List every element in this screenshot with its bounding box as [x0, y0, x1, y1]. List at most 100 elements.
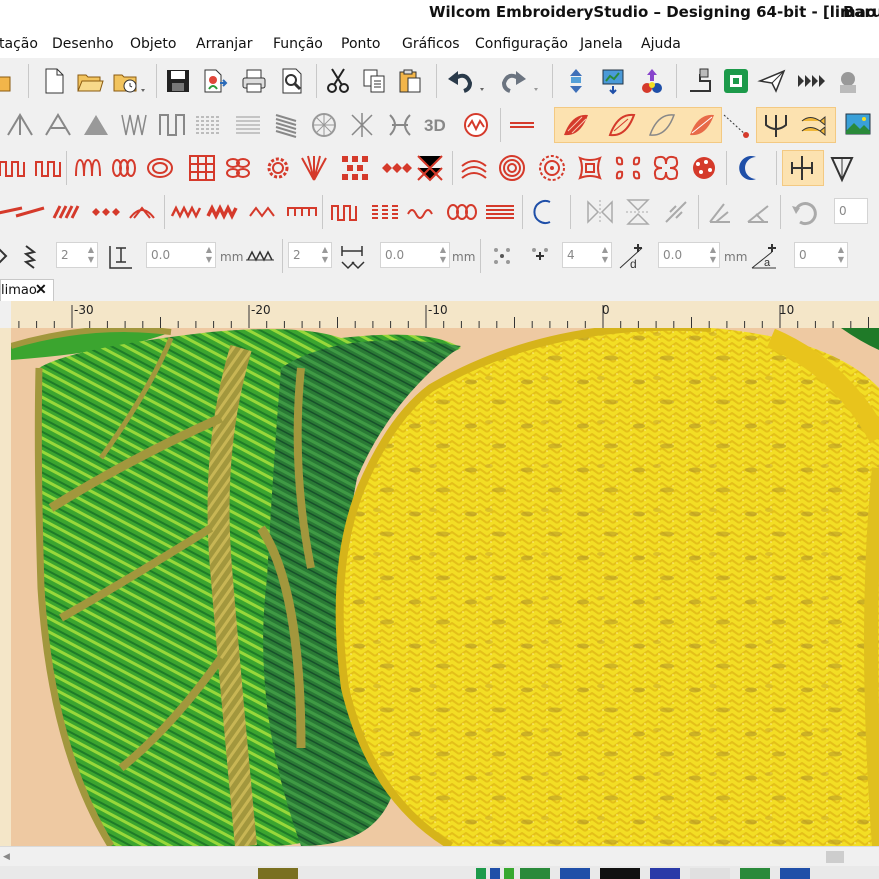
save-as-icon[interactable] [200, 66, 228, 96]
scallop-edge-icon[interactable] [287, 197, 317, 227]
crescent-icon[interactable] [736, 153, 764, 183]
export-machine-icon[interactable] [686, 66, 714, 96]
diamond-edge-icon[interactable] [90, 197, 120, 227]
3d-foam-icon[interactable]: 3D [424, 110, 452, 140]
crescent-edge-icon[interactable] [530, 197, 558, 227]
close-icon[interactable]: ✕ [35, 281, 47, 298]
wave-effect-icon[interactable] [34, 153, 62, 183]
open-folder-icon[interactable] [0, 66, 14, 96]
frame-icon[interactable] [508, 110, 536, 140]
flower-effect-icon[interactable] [652, 153, 680, 183]
angle-icon[interactable] [106, 241, 134, 271]
menu-item-personalizacao[interactable]: tação [0, 36, 38, 52]
oval-edge-icon[interactable] [446, 197, 477, 227]
color-swatch[interactable] [740, 868, 770, 879]
run-input-icon[interactable] [44, 110, 72, 140]
color-swatch[interactable] [600, 868, 640, 879]
slant-icon[interactable] [706, 197, 734, 227]
leaf-fill-icon[interactable] [648, 110, 676, 140]
stitch-count-field[interactable]: 2 ▲ ▼ [56, 242, 98, 268]
trace-icon[interactable] [688, 110, 716, 140]
color-swatch[interactable] [490, 868, 500, 879]
spacing-icon[interactable] [338, 241, 366, 271]
design-canvas[interactable] [11, 328, 879, 846]
corners-icon[interactable] [348, 110, 376, 140]
stitch-pattern-icon[interactable] [246, 241, 274, 271]
picture-icon[interactable] [844, 110, 872, 140]
wave-edge-icon[interactable] [206, 197, 238, 227]
paste-icon[interactable] [396, 66, 424, 96]
stitch-count-field-2[interactable]: 2 ▲ ▼ [288, 242, 332, 268]
chain-effect-icon[interactable] [74, 153, 102, 183]
send-icon[interactable] [722, 66, 750, 96]
color-swatch[interactable] [258, 868, 298, 879]
target-effect-icon[interactable] [538, 153, 566, 183]
diamond-effect-icon[interactable] [380, 153, 412, 183]
print-preview-icon[interactable] [278, 66, 306, 96]
input-type-icon[interactable] [0, 241, 12, 271]
menu-item-funcao[interactable]: Função [273, 36, 323, 52]
zigzag-edge-icon[interactable] [170, 197, 202, 227]
square-effect-icon[interactable] [576, 153, 604, 183]
menu-item-configuracao[interactable]: Configuração [475, 36, 568, 52]
circle-fill-icon[interactable] [310, 110, 338, 140]
cross-stitch-icon[interactable] [340, 153, 368, 183]
menu-item-ajuda[interactable]: Ajuda [641, 36, 681, 52]
satin-highlight-icon[interactable] [562, 110, 590, 140]
buttonhole-icon[interactable] [386, 110, 414, 140]
color-swatch[interactable] [476, 868, 486, 879]
angle-offset-icon[interactable]: a [750, 241, 778, 271]
zigzag-input-icon[interactable] [120, 110, 148, 140]
copy-icon[interactable] [360, 66, 388, 96]
zigzag-effect-icon[interactable] [0, 153, 28, 183]
open-icon[interactable] [76, 66, 104, 96]
rotation-angle-field[interactable]: 0 [834, 198, 868, 224]
color-blend-icon[interactable] [638, 66, 666, 96]
redo-icon[interactable] [500, 66, 538, 96]
menu-item-graficos[interactable]: Gráficos [402, 36, 460, 52]
outline-icon[interactable] [158, 110, 186, 140]
color-swatch[interactable] [780, 868, 810, 879]
menu-item-ponto[interactable]: Ponto [341, 36, 380, 52]
motif-effect-icon[interactable] [614, 153, 642, 183]
color-swatch[interactable] [690, 868, 730, 879]
save-icon[interactable] [164, 66, 192, 96]
lace-effect-icon[interactable] [690, 153, 718, 183]
grid-effect-icon[interactable] [188, 153, 216, 183]
stamp-icon[interactable] [462, 110, 490, 140]
scatter-count-field[interactable]: 4 ▲ ▼ [562, 242, 612, 268]
rotate-icon[interactable] [662, 197, 690, 227]
color-swatch[interactable] [650, 868, 680, 879]
color-swatch[interactable] [504, 868, 514, 879]
menu-item-arranjar[interactable]: Arranjar [196, 36, 253, 52]
wavy-edge-icon[interactable] [406, 197, 434, 227]
satin-fill-icon[interactable] [272, 110, 300, 140]
arch-effect-icon[interactable] [460, 153, 488, 183]
hook-icon[interactable] [762, 110, 790, 140]
offset-icon[interactable]: d [616, 241, 644, 271]
column-icon[interactable] [16, 241, 44, 271]
scroll-left-icon[interactable]: ◀ [3, 851, 10, 862]
column-input-icon[interactable] [82, 110, 110, 140]
print-icon[interactable] [240, 66, 268, 96]
fan-edge-icon[interactable] [128, 197, 156, 227]
stitch-angle-icon[interactable] [788, 153, 816, 183]
stitch-player-icon[interactable] [600, 66, 628, 96]
x-effect-icon[interactable] [416, 153, 444, 183]
menu-item-objeto[interactable]: Objeto [130, 36, 176, 52]
send-paper-icon[interactable] [757, 66, 786, 96]
down-arrow-icon[interactable] [828, 153, 856, 183]
run-edge-icon[interactable] [15, 197, 45, 227]
value-field[interactable]: 0 ▲ ▼ [794, 242, 848, 268]
document-tab[interactable]: limao ✕ [0, 279, 54, 302]
oval-effect-icon[interactable] [110, 153, 138, 183]
open-recent-icon[interactable] [112, 66, 145, 96]
circle-effect-icon[interactable] [146, 153, 174, 183]
lines-icon[interactable] [234, 110, 262, 140]
pattern-effect-icon[interactable] [224, 153, 252, 183]
undo-icon[interactable] [446, 66, 484, 96]
stacked-edge-icon[interactable] [486, 197, 514, 227]
offset-field[interactable]: 0.0 ▲ ▼ [658, 242, 720, 268]
fast-forward-icon[interactable] [796, 66, 825, 96]
add-scatter-icon[interactable] [526, 241, 554, 271]
